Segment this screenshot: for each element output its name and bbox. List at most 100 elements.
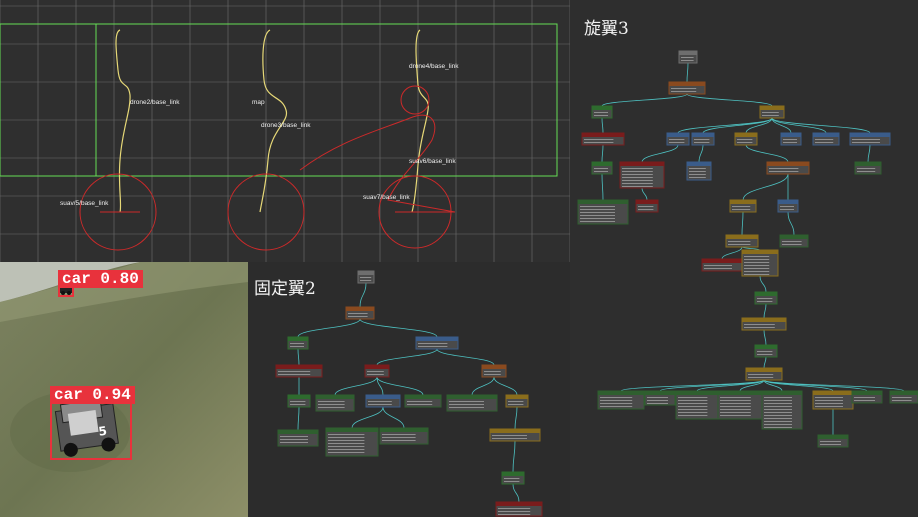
rotor-tree-node[interactable] xyxy=(581,132,625,146)
rotor-tree-node[interactable] xyxy=(889,390,918,404)
fixed-wing-tree-node[interactable] xyxy=(345,306,375,320)
rviz-tf-view[interactable]: drone2/base_link map drone3/base_link dr… xyxy=(0,0,570,262)
fixed-wing-tree-node[interactable] xyxy=(379,427,429,445)
rotor-tree-node[interactable] xyxy=(754,344,778,358)
rotor-tree-node[interactable] xyxy=(766,161,810,175)
rotor-tree-edge xyxy=(698,144,704,163)
rotor-tree-node[interactable] xyxy=(780,132,802,146)
fixed-wing-tree-edge xyxy=(514,406,518,430)
drone4-range-circle xyxy=(400,85,430,115)
rotor-tree-node[interactable] xyxy=(849,132,891,146)
rotor-tree-edge xyxy=(741,211,744,236)
fixed-wing-tree-edge xyxy=(376,376,424,396)
fixed-wing-tree-edge xyxy=(359,318,438,338)
fixed-wing-tree-node[interactable] xyxy=(357,270,375,284)
fixed-wing-tree-edge xyxy=(436,348,495,366)
tf-label-drone3: drone3/base_link xyxy=(261,122,311,129)
tf-label-suav5: suav/5/base_link xyxy=(60,200,109,207)
fixed-wing-tree-edge xyxy=(297,318,361,338)
rotor-tree-node[interactable] xyxy=(666,132,690,146)
fixed-wing-tree-edge xyxy=(376,376,384,396)
fixed-wing-tree-edge xyxy=(512,440,516,473)
fixed-wing-tree-node[interactable] xyxy=(489,428,541,442)
rviz-canvas[interactable] xyxy=(0,0,570,262)
tf-label-drone4: drone4/base_link xyxy=(409,63,459,70)
rotor-tree-node[interactable] xyxy=(678,50,698,64)
rotor-tree-node[interactable] xyxy=(644,390,676,406)
rotor-tree-node[interactable] xyxy=(777,199,799,213)
behavior-tree-rotor-panel[interactable]: 旋翼3 xyxy=(570,0,918,517)
rotor-tree-node[interactable] xyxy=(635,199,659,213)
fixed-wing-tree-node[interactable] xyxy=(481,364,507,378)
rotor-tree-canvas[interactable] xyxy=(570,0,918,517)
tf-label-suav6: suav6/base_link xyxy=(409,158,456,165)
rotor-tree-edge xyxy=(787,211,795,236)
rotor-tree-edge xyxy=(867,144,871,163)
rotor-tree-node[interactable] xyxy=(734,132,758,146)
rotor-tree-edge xyxy=(745,144,789,163)
fixed-wing-tree-node[interactable] xyxy=(446,394,498,412)
camera-detection-view: 5 car 0.80 car 0.94 xyxy=(0,262,248,517)
rotor-tree-node[interactable] xyxy=(759,105,785,119)
rotor-tree-node[interactable] xyxy=(619,161,665,189)
rotor-tree-edge xyxy=(686,62,689,83)
rotor-tree-node[interactable] xyxy=(761,390,803,430)
rotor-tree-edge xyxy=(721,246,743,260)
rotor-tree-edge xyxy=(641,144,679,163)
fixed-wing-tree-node[interactable] xyxy=(505,394,529,408)
rotor-tree-node[interactable] xyxy=(686,161,712,181)
rotor-tree-edge xyxy=(601,93,688,107)
rotor-tree-node[interactable] xyxy=(851,390,883,404)
rotor-tree-node[interactable] xyxy=(725,234,759,248)
rotor-tree-node[interactable] xyxy=(812,390,854,410)
fixed-wing-tree-node[interactable] xyxy=(365,394,401,408)
rotor-tree-node[interactable] xyxy=(812,132,840,146)
rotor-tree-node[interactable] xyxy=(745,367,783,381)
fixed-wing-tree-node[interactable] xyxy=(495,501,543,517)
behavior-tree-fixed-wing-panel[interactable]: 固定翼2 xyxy=(248,262,570,517)
rotor-tree-edge xyxy=(763,356,767,369)
rotor-tree-edge xyxy=(641,187,648,201)
rotor-tree-node[interactable] xyxy=(729,199,757,213)
fixed-wing-tree-edge xyxy=(297,348,300,366)
rotor-tree-edge xyxy=(763,329,767,346)
fixed-wing-tree-node[interactable] xyxy=(287,336,309,350)
rotor-tree-node[interactable] xyxy=(817,434,849,448)
fixed-wing-tree-node[interactable] xyxy=(404,394,442,408)
rotor-tree-node[interactable] xyxy=(741,249,779,277)
rotor-tree-edge xyxy=(620,379,765,392)
fixed-wing-tree-node[interactable] xyxy=(315,394,355,412)
rotor-tree-node[interactable] xyxy=(701,258,743,272)
rotor-tree-node[interactable] xyxy=(754,291,778,305)
rotor-tree-node[interactable] xyxy=(591,105,613,119)
fixed-wing-tree-edge xyxy=(493,376,518,396)
rotor-tree-node[interactable] xyxy=(691,132,715,146)
detection-box-2 xyxy=(50,400,132,460)
rotor-tree-node[interactable] xyxy=(675,390,719,420)
rotor-tree-node[interactable] xyxy=(741,317,787,331)
fixed-wing-tree-edge xyxy=(382,406,405,429)
fixed-wing-tree-node[interactable] xyxy=(275,364,323,378)
rotor-tree-node[interactable] xyxy=(597,390,645,410)
rotor-tree-node[interactable] xyxy=(591,161,613,175)
fixed-wing-tree-canvas[interactable] xyxy=(248,262,570,517)
rotor-tree-edge xyxy=(759,275,767,293)
rotor-tree-edge xyxy=(763,379,868,392)
fixed-wing-tree-node[interactable] xyxy=(325,427,379,457)
drone4-trajectory xyxy=(411,29,429,213)
fixed-wing-tree-node[interactable] xyxy=(277,429,319,447)
rotor-tree-node[interactable] xyxy=(668,81,706,95)
rotor-tree-node[interactable] xyxy=(854,161,882,175)
rotor-tree-node[interactable] xyxy=(717,390,763,420)
rotor-tree-node[interactable] xyxy=(779,234,809,248)
rotor-tree-node[interactable] xyxy=(577,199,629,225)
fixed-wing-tree-node[interactable] xyxy=(415,336,459,350)
rotor-tree-edge xyxy=(763,303,767,319)
fixed-wing-tree-node[interactable] xyxy=(501,471,525,485)
rotor-tree-edge xyxy=(702,117,773,134)
rotor-tree-edge xyxy=(763,379,905,392)
fixed-wing-tree-node[interactable] xyxy=(364,364,390,378)
fixed-wing-tree-node[interactable] xyxy=(287,394,311,408)
fixed-wing-tree-edge xyxy=(471,376,495,396)
fixed-wing-tree-edge xyxy=(376,348,438,366)
